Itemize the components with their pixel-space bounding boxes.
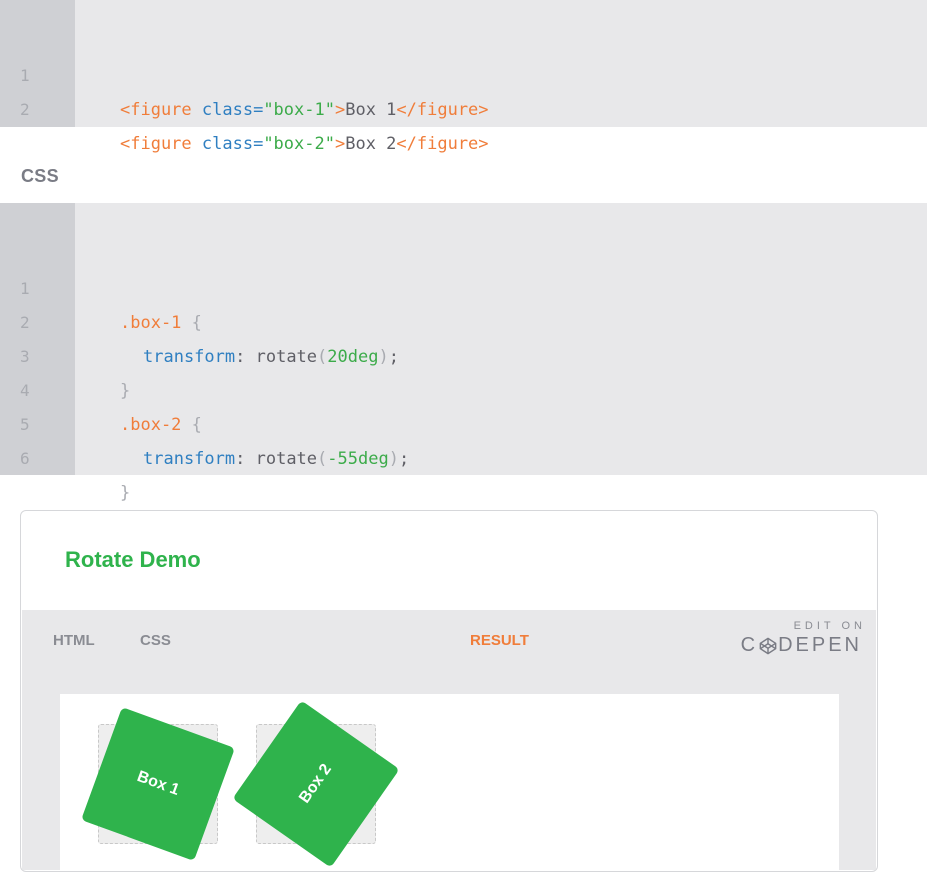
code-punc: (: [317, 449, 328, 469]
code-punc: :: [235, 347, 256, 367]
result-pane: Box 1 Box 2: [60, 694, 839, 871]
code-value: -55deg: [327, 449, 389, 469]
code-text: Box 2: [345, 134, 397, 154]
code-string: "box-2": [263, 134, 335, 154]
code-function: rotate: [255, 449, 318, 469]
code-string: "box-1": [263, 100, 335, 120]
code-line: 4 .box-2 {: [0, 340, 202, 435]
codepen-embed-card: Rotate Demo HTML CSS RESULT EDIT ON C DE…: [20, 510, 878, 872]
code-attr: class=: [201, 100, 264, 120]
line-number: 2: [20, 100, 30, 119]
code-tag: </figure>: [396, 100, 489, 120]
demo-title: Rotate Demo: [65, 547, 201, 572]
code-punc: }: [120, 381, 131, 401]
code-punc: :: [235, 449, 256, 469]
tab-css[interactable]: CSS: [140, 632, 171, 649]
tab-html[interactable]: HTML: [53, 632, 95, 649]
tab-result[interactable]: RESULT: [470, 632, 529, 649]
code-line: 2 transform: rotate(20deg);: [0, 272, 399, 367]
code-punc: }: [120, 483, 131, 503]
edit-on-codepen-link[interactable]: EDIT ON C DEPEN: [741, 620, 862, 657]
code-punc: {: [181, 313, 202, 333]
box-2-label: Box 2: [296, 760, 336, 807]
line-number: 6: [20, 449, 30, 468]
code-line: 5 transform: rotate(-55deg);: [0, 374, 409, 469]
code-punc: ;: [398, 449, 410, 469]
code-punc: {: [181, 415, 202, 435]
code-property: transform: [143, 449, 236, 469]
edit-on-label: EDIT ON: [793, 620, 866, 632]
code-punc: ;: [388, 347, 399, 367]
codepen-embed: HTML CSS RESULT EDIT ON C DEPEN Box 1 Bo…: [22, 610, 876, 871]
code-punc: ): [388, 449, 399, 469]
codepen-logo-text-left: C: [740, 634, 759, 656]
code-punc: ): [378, 347, 389, 367]
code-property: transform: [143, 347, 236, 367]
code-line: 6 }: [0, 408, 130, 503]
code-line: 2 <figure class="box-2">Box 2</figure>: [0, 59, 489, 154]
codepen-logo: C DEPEN: [741, 634, 862, 657]
code-tag: >: [334, 134, 346, 154]
code-line: 1 .box-1 {: [0, 238, 202, 333]
css-code-block: 1 .box-1 { 2 transform: rotate(20deg); 3…: [0, 203, 927, 503]
css-section-label: CSS: [21, 166, 59, 186]
code-selector: .box-2: [120, 415, 182, 435]
box-1-label: Box 1: [134, 768, 182, 799]
code-line: 1 <figure class="box-1">Box 1</figure>: [0, 25, 489, 120]
code-selector: .box-1: [120, 313, 182, 333]
code-tag: </figure>: [396, 134, 489, 154]
codepen-logo-text-right: DEPEN: [778, 634, 862, 656]
code-tag: <figure: [120, 100, 202, 120]
code-line: 3 }: [0, 306, 130, 401]
code-tag: <figure: [120, 134, 202, 154]
code-tag: >: [334, 100, 346, 120]
code-text: Box 1: [345, 100, 397, 120]
codepen-cube-icon: [759, 637, 777, 654]
html-code-block: 1 <figure class="box-1">Box 1</figure> 2…: [0, 0, 927, 154]
code-punc: (: [317, 347, 328, 367]
code-function: rotate: [255, 347, 318, 367]
code-attr: class=: [201, 134, 264, 154]
code-value: 20deg: [327, 347, 379, 367]
